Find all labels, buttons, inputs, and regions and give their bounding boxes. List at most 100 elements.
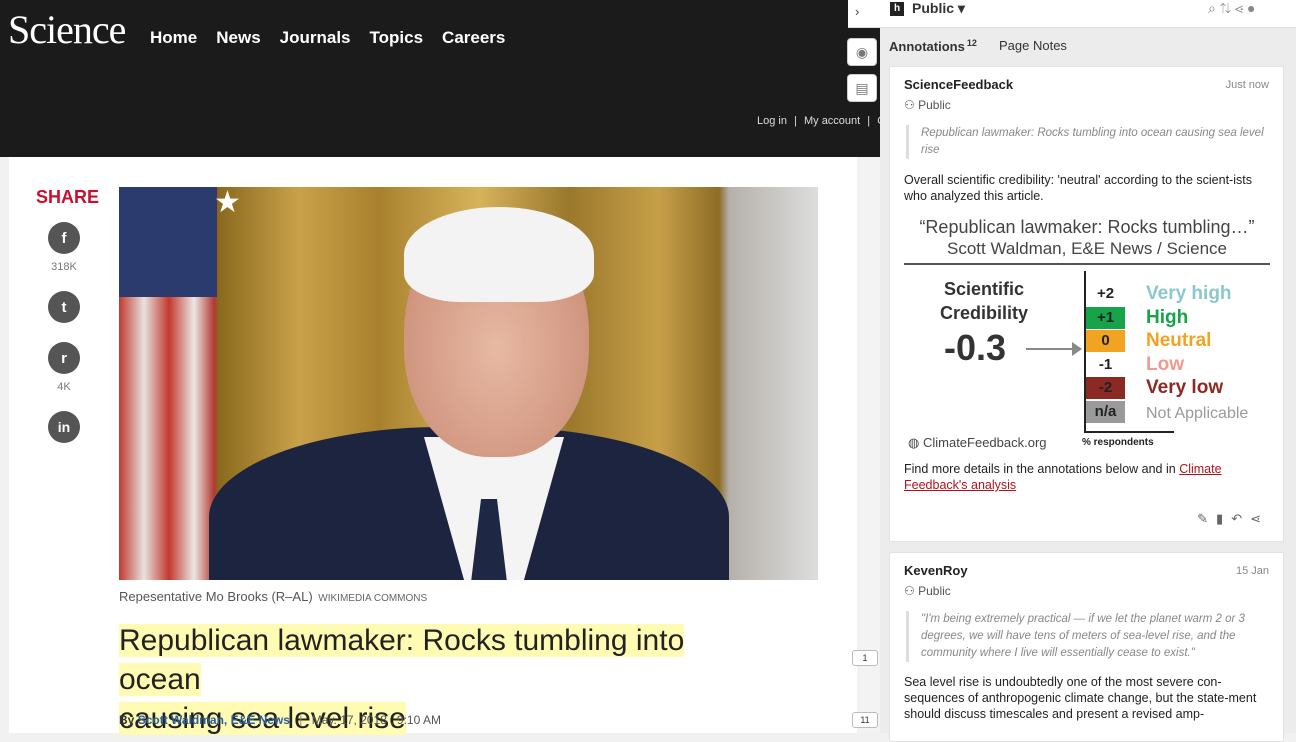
article-byline: By Scott Waldman, E&E News | May. 17, 20… [119,713,441,727]
figure-subtitle: Scott Waldman, E&E News / Science [947,239,1227,258]
hypothesis-logo-icon[interactable]: h [890,2,904,16]
linkedin-share-button[interactable]: in [48,411,80,443]
annotation-group: ⚇ Public [904,98,951,112]
user-icon[interactable]: ● [1247,0,1259,16]
share-icon[interactable]: ⋖ [1250,511,1269,526]
credibility-level-name: High [1146,307,1189,328]
group-icon: ⚇ [904,98,919,112]
nav-home[interactable]: Home [150,28,197,48]
tab-annotations[interactable]: Annotations 12 [889,38,977,55]
annotation-actions: ✎▮↶⋖ [1197,511,1269,527]
sidebar-collapse-icon[interactable]: › [855,4,859,19]
edit-icon[interactable]: ✎ [1197,511,1216,526]
reddit-share-count: 4K [57,381,71,393]
twitter-share-button[interactable]: t [48,291,80,323]
annotation-bucket[interactable]: 1 [852,650,878,666]
note-icon: ▤ [855,79,869,96]
credibility-level-name: Very low [1146,377,1224,398]
more-text: Find more details in the annotations bel… [904,462,1176,476]
credibility-level-value: 0 [1086,330,1125,352]
credibility-level-value: -2 [1086,377,1125,399]
sidebar-tabs: Annotations 12 Page Notes [889,38,1067,55]
annotation-user[interactable]: KevenRoy [904,563,968,578]
share-icon[interactable]: ⋖ [1235,0,1247,16]
facebook-icon: f [61,229,67,247]
facebook-share-button[interactable]: f [48,222,80,254]
search-icon[interactable]: ⌕ [1208,0,1220,16]
separator: | [794,115,797,127]
annotation-group-label: Public [918,584,951,598]
annotation-user[interactable]: ScienceFeedback [904,77,1013,92]
credibility-level-name: Neutral [1146,330,1212,351]
share-title: SHARE [36,187,100,207]
annotation-bucket-bar [860,157,880,733]
flag-star-icon: ★ [214,187,241,219]
login-link[interactable]: Log in [757,115,787,127]
score-arrow [1026,348,1078,350]
hero-photo: ★ [119,187,818,580]
annotation-group-label: Public [918,98,951,112]
annotation-count: 12 [966,38,977,48]
annotation-card[interactable]: KevenRoy 15 Jan ⚇ Public "I'm being extr… [889,552,1284,742]
science-logo[interactable]: Science [8,6,126,53]
separator: | [867,115,871,127]
article-date: May. 17, 2018 , 9:10 AM [311,713,441,727]
annotation-body: Overall scientific credibility: 'neutral… [904,173,1252,203]
annotation-bucket[interactable]: 11 [852,712,878,728]
credibility-score: -0.3 [944,327,1007,368]
toggle-highlights-button[interactable]: ◉ [847,38,877,66]
annotation-quote: Republican lawmaker: Rocks tumbling into… [906,125,1266,159]
tab-annotations-label: Annotations [889,39,965,55]
nav-topics[interactable]: Topics [370,28,424,48]
nav-news[interactable]: News [216,28,260,48]
photo-hair [404,207,594,302]
my-account-link[interactable]: My account [804,115,860,127]
credibility-level-name: Not Applicable [1146,405,1249,422]
tab-page-notes[interactable]: Page Notes [999,38,1067,53]
annotation-group: ⚇ Public [904,584,951,598]
climatefeedback-brand: ◍ ClimateFeedback.org [908,435,1047,451]
top-bar-icons: ⌕⇅⋖● [1208,0,1259,17]
globe-icon: ◍ [908,435,923,450]
sort-icon[interactable]: ⇅ [1220,0,1235,16]
group-icon: ⚇ [904,584,919,598]
credibility-level-value: n/a [1086,401,1125,423]
reply-icon[interactable]: ↶ [1231,511,1250,526]
credibility-level-name: Very high [1146,283,1232,304]
annotation-time[interactable]: 15 Jan [1236,565,1269,577]
author-link[interactable]: Scott Waldman, E&E News [138,713,290,727]
annotation-body: Sea level rise is undoubtedly one of the… [904,675,1257,721]
facebook-share-count: 318K [51,261,77,273]
reddit-share-button[interactable]: r [48,342,80,374]
twitter-icon: t [61,298,67,316]
annotation-card[interactable]: ScienceFeedback Just now ⚇ Public Republ… [889,66,1284,542]
caption-credit: Wikimedia Commons [318,593,428,604]
linkedin-icon: in [57,419,71,435]
site-header: Science Home News Journals Topics Career… [0,0,891,157]
annotation-more: Find more details in the annotations bel… [904,461,1264,493]
byline-divider: | [299,713,303,727]
arrowhead-icon [1072,342,1082,356]
respondents-axis [1084,431,1174,433]
main-nav: Home News Journals Topics Careers [150,28,524,48]
credibility-level-value: -1 [1086,354,1125,376]
figure-rule [904,263,1270,265]
group-selector[interactable]: Public ▾ [912,0,965,17]
photo-caption: Repesentative Mo Brooks (R–AL) Wikimedia… [119,589,427,604]
new-page-note-button[interactable]: ▤ [847,74,877,102]
credibility-label: Scientific Credibility [939,279,1028,323]
eye-icon: ◉ [855,43,869,60]
reddit-icon: r [61,349,67,367]
annotation-time[interactable]: Just now [1226,79,1269,91]
figure-title: “Republican lawmaker: Rocks tumbling…” [919,217,1255,237]
credibility-level-value: +2 [1086,283,1125,305]
caption-text: Repesentative Mo Brooks (R–AL) [119,589,313,604]
nav-careers[interactable]: Careers [442,28,505,48]
credibility-figure: “Republican lawmaker: Rocks tumbling…” S… [904,217,1270,454]
annotation-quote: "I'm being extremely practical — if we l… [906,611,1266,662]
nav-journals[interactable]: Journals [280,28,351,48]
delete-icon[interactable]: ▮ [1216,511,1231,526]
credibility-level-name: Low [1146,354,1184,375]
credibility-level-value: +1 [1086,307,1125,329]
byline-by: By [119,713,135,727]
